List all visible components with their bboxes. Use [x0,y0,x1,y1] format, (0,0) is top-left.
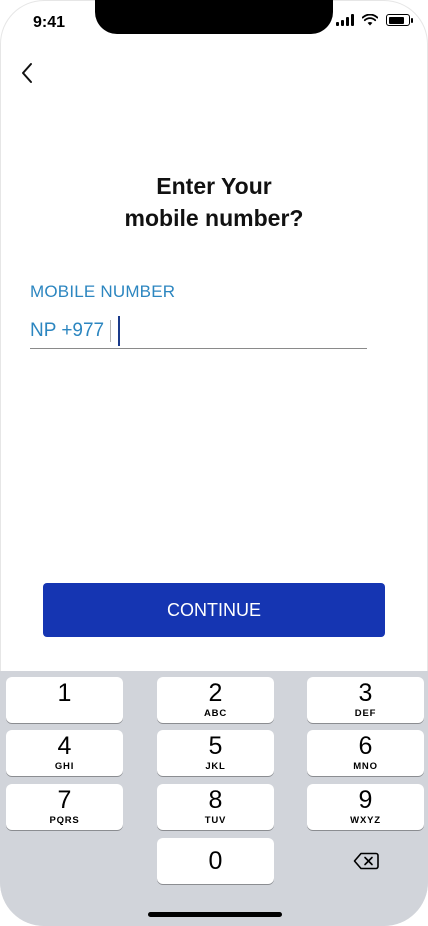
cellular-signal-icon [336,14,354,26]
phone-screen: 9:41 Enter Your mobile number? MOBILE NU… [0,0,428,926]
key-2[interactable]: 2 ABC [157,677,274,723]
key-letters: DEF [354,708,377,719]
key-5[interactable]: 5 JKL [157,730,274,776]
key-4[interactable]: 4 GHI [6,730,123,776]
key-number: 6 [358,732,373,760]
page-title: Enter Your mobile number? [0,170,428,234]
key-number: 5 [208,732,223,760]
key-number: 7 [57,786,72,814]
field-divider [109,320,111,342]
key-0[interactable]: 0 [157,838,274,884]
battery-icon [386,14,413,26]
key-number: 2 [208,679,223,707]
key-3[interactable]: 3 DEF [307,677,424,723]
continue-button[interactable]: CONTINUE [43,583,385,637]
backspace-icon [353,852,379,870]
title-line-2: mobile number? [124,205,304,231]
notch [95,0,333,34]
key-6[interactable]: 6 MNO [307,730,424,776]
key-number: 0 [208,846,223,875]
status-icons [336,14,413,26]
status-time: 9:41 [33,14,66,31]
delete-key[interactable] [307,838,424,884]
phone-number-input[interactable] [122,320,367,342]
home-indicator [148,912,282,917]
mobile-number-field: NP +977 [30,314,367,349]
numeric-keypad: 1 2 ABC 3 DEF 4 GHI 5 JKL 6 MNO 7 PQRS 8 [0,671,428,926]
key-letters: GHI [54,761,75,772]
key-number: 1 [57,679,72,707]
chevron-left-icon [22,63,32,83]
battery-fill [388,16,404,24]
title-line-1: Enter Your [156,173,272,199]
wifi-icon [362,14,378,26]
key-number: 9 [358,786,373,814]
key-number: 8 [208,786,223,814]
key-letters: PQRS [49,815,80,826]
key-number: 3 [358,679,373,707]
back-button[interactable] [12,58,42,88]
key-8[interactable]: 8 TUV [157,784,274,830]
country-code-selector[interactable]: NP +977 [30,320,110,342]
key-9[interactable]: 9 WXYZ [307,784,424,830]
key-7[interactable]: 7 PQRS [6,784,123,830]
key-number: 4 [57,732,72,760]
key-letters: MNO [353,761,378,772]
mobile-number-label: MOBILE NUMBER [30,282,176,301]
key-letters: JKL [205,761,226,772]
text-cursor [118,316,120,346]
key-letters: WXYZ [350,815,381,826]
key-letters: ABC [204,708,227,719]
key-letters: TUV [204,815,227,826]
key-1[interactable]: 1 [6,677,123,723]
